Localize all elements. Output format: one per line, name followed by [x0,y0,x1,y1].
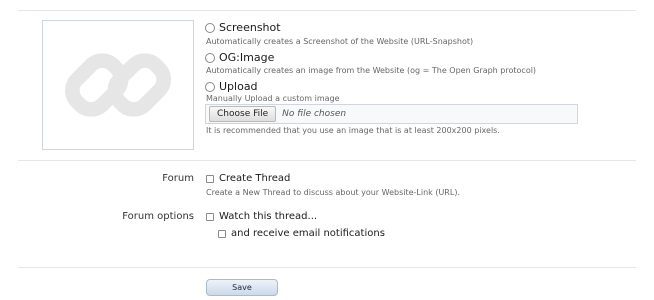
watch-thread-label: Watch this thread... [219,211,318,222]
link-icon [65,53,171,117]
link-thumbnail [42,20,194,150]
forum-options-label: Forum options [122,211,194,222]
screenshot-label: Screenshot [219,21,281,34]
file-status: No file chosen [282,109,347,119]
og-image-hint: Automatically creates an image from the … [206,66,537,75]
upload-label: Upload [219,80,258,93]
middle-divider [18,160,636,161]
watch-thread-option[interactable]: Watch this thread... [206,211,317,222]
watch-thread-checkbox[interactable] [206,212,214,221]
top-divider [18,10,636,11]
email-notifications-option[interactable]: and receive email notifications [218,228,385,239]
og-image-option[interactable]: OG:Image [205,51,274,64]
screenshot-option[interactable]: Screenshot [205,21,281,34]
og-image-radio[interactable] [205,52,215,63]
forum-label: Forum [162,173,194,184]
create-thread-hint: Create a New Thread to discuss about you… [206,188,460,197]
file-input[interactable]: Choose File No file chosen [205,104,578,124]
create-thread-label: Create Thread [219,173,291,184]
choose-file-button[interactable]: Choose File [209,106,277,122]
screenshot-radio[interactable] [205,22,215,33]
image-recommendation: It is recommended that you use an image … [206,126,500,135]
email-notifications-checkbox[interactable] [218,229,226,238]
save-button[interactable]: Save [206,279,278,296]
upload-radio[interactable] [205,81,215,92]
email-notifications-label: and receive email notifications [231,228,385,239]
create-thread-option[interactable]: Create Thread [206,173,290,184]
create-thread-checkbox[interactable] [206,174,214,183]
upload-option[interactable]: Upload [205,80,258,93]
screenshot-hint: Automatically creates a Screenshot of th… [206,37,474,46]
upload-hint: Manually Upload a custom image [206,94,340,103]
og-image-label: OG:Image [219,51,275,64]
bottom-divider [18,267,636,268]
